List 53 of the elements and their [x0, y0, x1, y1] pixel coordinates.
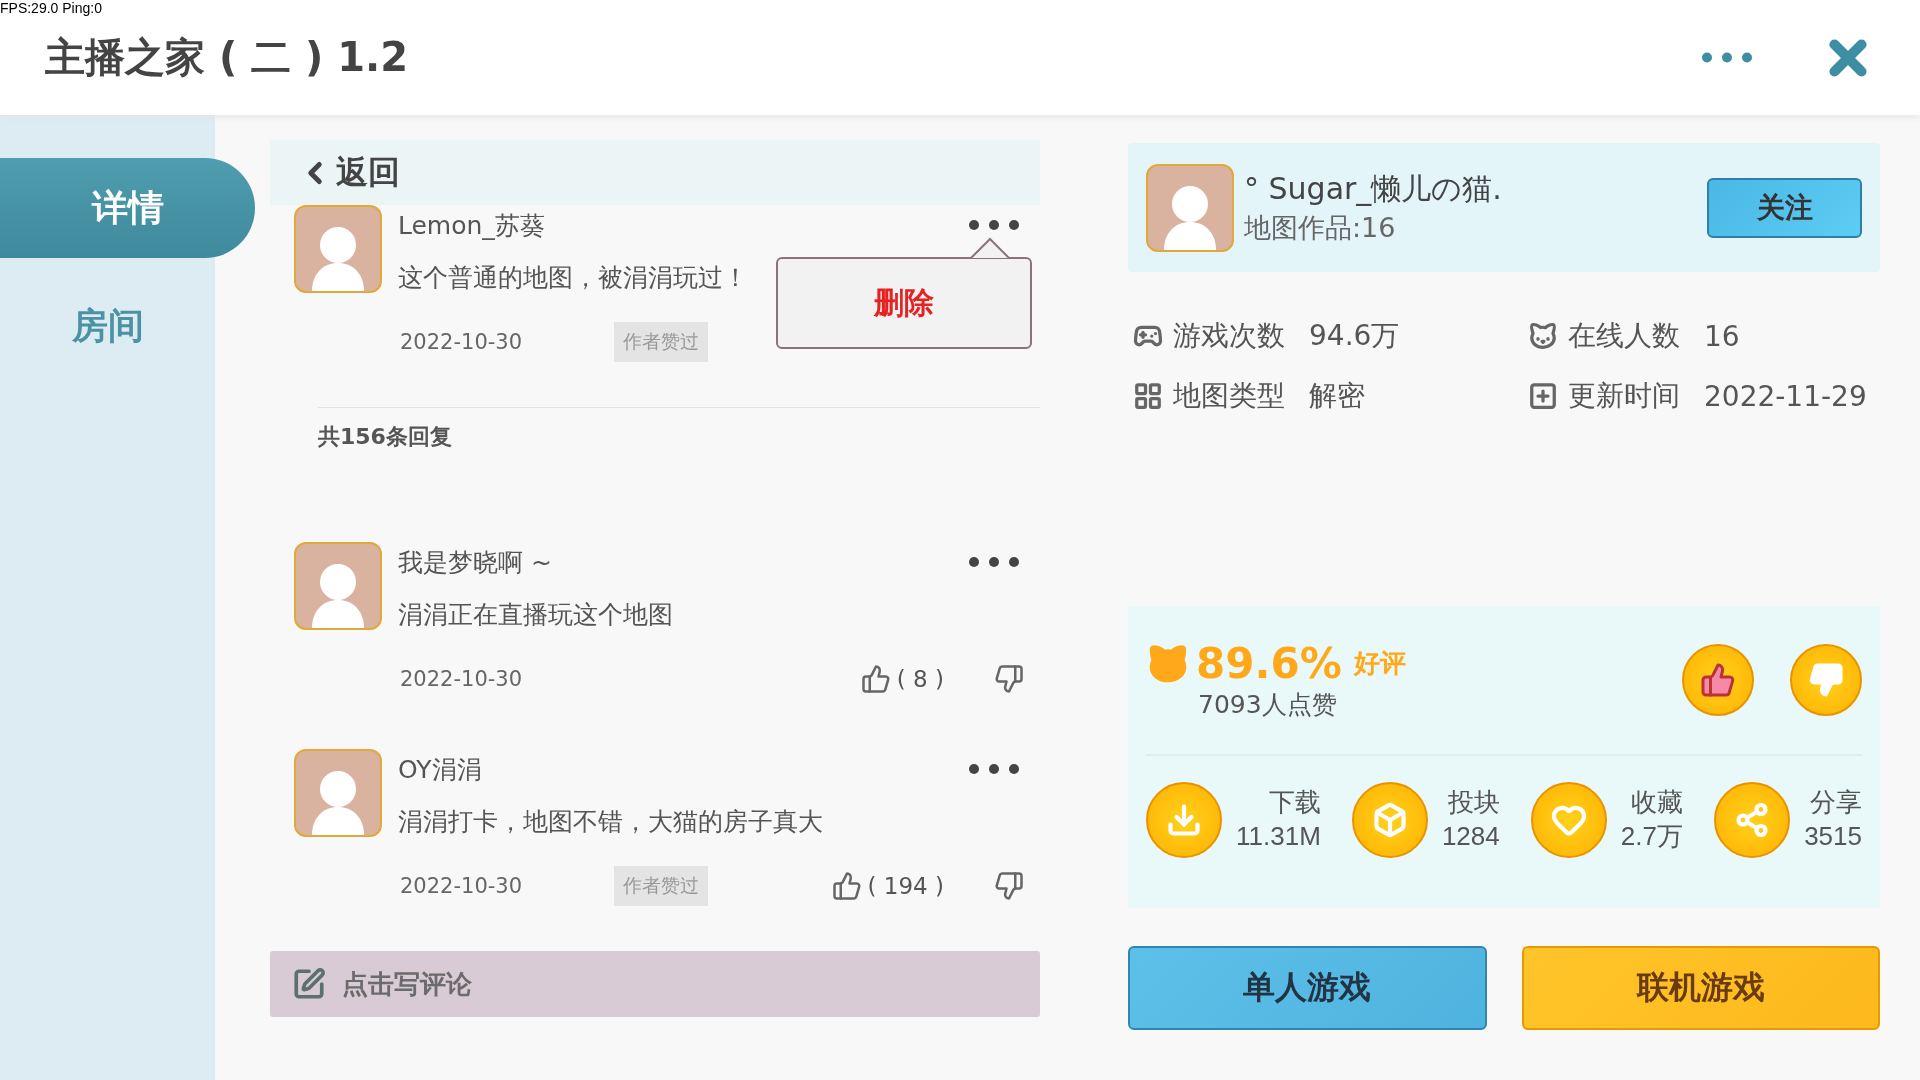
- info-value: 解密: [1309, 378, 1365, 414]
- comment-date: 2022-10-30: [399, 667, 524, 691]
- write-comment-field[interactable]: 点击写评论: [270, 951, 1040, 1017]
- grid-icon: [1133, 381, 1163, 411]
- info-value: 16: [1704, 319, 1740, 353]
- creator-works: 地图作品:16: [1244, 211, 1397, 245]
- author-liked-badge: 作者赞过: [614, 866, 708, 906]
- debug-overlay-text: FPS:29.0 Ping:0: [0, 0, 102, 16]
- creator-name: ° Sugar_懒儿の猫.: [1244, 170, 1502, 208]
- cat-icon: [1528, 321, 1558, 351]
- play-button[interactable]: 单人游戏: [1128, 946, 1487, 1030]
- thumbs-up-icon[interactable]: [860, 664, 891, 694]
- thumbs-down-icon[interactable]: [994, 871, 1024, 901]
- more-icon[interactable]: [968, 218, 1020, 232]
- reply-count: 共156条回复: [318, 423, 453, 451]
- like-count: ( 8 ): [896, 666, 944, 692]
- info-value: 2022-11-29: [1704, 379, 1867, 413]
- back-button[interactable]: 返回: [270, 140, 1040, 205]
- more-icon[interactable]: [968, 762, 1020, 776]
- comment-text: 这个普通的地图，被涓涓玩过！: [398, 262, 749, 294]
- thumbs-up-icon: [1700, 662, 1736, 698]
- info-label: 更新时间: [1568, 378, 1680, 414]
- info-label: 游戏次数: [1173, 318, 1285, 354]
- follow-button[interactable]: 关注: [1707, 177, 1862, 238]
- author-liked-badge: 作者赞过: [614, 322, 708, 362]
- plus-square-icon: [1528, 381, 1558, 411]
- info-label: 地图类型: [1173, 378, 1285, 414]
- window-title: 主播之家 ( 二 ) 1.2: [45, 33, 410, 82]
- thumbs-down-icon[interactable]: [994, 664, 1024, 694]
- more-icon[interactable]: [968, 555, 1020, 569]
- rating-label: 好评: [1353, 647, 1406, 680]
- delete-menu-item[interactable]: 删除: [868, 281, 940, 325]
- like-total: 7093人点赞: [1198, 689, 1338, 721]
- edit-icon: [292, 967, 326, 1001]
- comment-author: Lemon_苏葵: [398, 209, 545, 242]
- comment-date: 2022-10-30: [399, 874, 524, 898]
- comment-author: OY涓涓: [398, 753, 482, 786]
- comment-text: 涓涓打卡，地图不错，大猫的房子真大: [398, 806, 824, 838]
- comment-text: 涓涓正在直播玩这个地图: [398, 599, 674, 631]
- stat-button[interactable]: 下载 11.31M: [1146, 782, 1321, 858]
- thumbs-down-icon: [1808, 662, 1844, 698]
- rating-percent: 89.6%: [1196, 639, 1342, 688]
- comment-date: 2022-10-30: [399, 330, 524, 354]
- thumbs-up-icon[interactable]: [831, 871, 862, 901]
- comment-author: 我是梦晓啊 ~: [398, 546, 552, 579]
- info-value: 94.6万: [1309, 318, 1400, 354]
- sidebar-tab[interactable]: 详情: [0, 158, 255, 258]
- info-label: 在线人数: [1568, 318, 1680, 354]
- play-button[interactable]: 联机游戏: [1521, 946, 1880, 1030]
- like-count: ( 194 ): [867, 873, 944, 899]
- download-icon: [1166, 802, 1202, 838]
- cube-icon: [1371, 802, 1408, 838]
- share-icon: [1734, 802, 1771, 838]
